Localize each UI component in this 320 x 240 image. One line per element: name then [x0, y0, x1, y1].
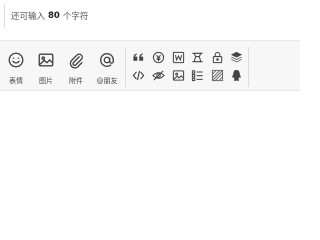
- stripes-button[interactable]: [210, 69, 224, 83]
- hide-content-icon: [191, 49, 204, 68]
- quote-icon: [132, 49, 145, 68]
- insert-image-button[interactable]: [171, 69, 185, 83]
- word-doc-icon: [172, 49, 185, 68]
- at-icon: [98, 51, 116, 73]
- quote-button[interactable]: [131, 51, 145, 65]
- reward-button[interactable]: [151, 51, 165, 65]
- char-counter: 还可输入 80 个字符: [4, 4, 300, 28]
- lock-button[interactable]: [210, 51, 224, 65]
- counter-suffix: 个字符: [62, 12, 89, 22]
- attachment-label: 附件: [69, 77, 83, 85]
- qq-icon: [230, 67, 243, 86]
- layers-icon: [230, 49, 243, 68]
- counter-count: 80: [48, 11, 60, 21]
- counter-prefix: 还可输入: [11, 12, 46, 22]
- layers-button[interactable]: [229, 51, 243, 65]
- editor-toolbar: 表情 图片 附件 @朋友: [0, 40, 300, 91]
- code-icon: [132, 67, 145, 86]
- lock-icon: [211, 49, 224, 68]
- emoji-button[interactable]: 表情: [3, 51, 29, 87]
- toolbar-divider: [125, 47, 126, 87]
- emoji-label: 表情: [9, 77, 23, 85]
- image-button[interactable]: 图片: [33, 51, 59, 87]
- hidden-eye-icon: [151, 67, 165, 86]
- attachment-button[interactable]: 附件: [63, 51, 89, 87]
- list-icon: [191, 67, 204, 86]
- paperclip-icon: [67, 51, 85, 73]
- word-doc-button[interactable]: [171, 51, 185, 65]
- hide-content-button[interactable]: [190, 51, 204, 65]
- image-label: 图片: [39, 77, 53, 85]
- code-button[interactable]: [131, 69, 145, 83]
- image-icon: [172, 67, 185, 86]
- stripes-icon: [211, 67, 224, 86]
- image-icon: [37, 51, 55, 73]
- smiley-icon: [7, 51, 25, 73]
- hidden-eye-button[interactable]: [151, 69, 165, 83]
- qq-button[interactable]: [229, 69, 243, 83]
- list-button[interactable]: [190, 69, 204, 83]
- reward-icon: [152, 49, 165, 68]
- mention-friend-button[interactable]: @朋友: [94, 51, 120, 87]
- toolbar-divider-end: [248, 47, 249, 87]
- mention-friend-label: @朋友: [96, 77, 118, 85]
